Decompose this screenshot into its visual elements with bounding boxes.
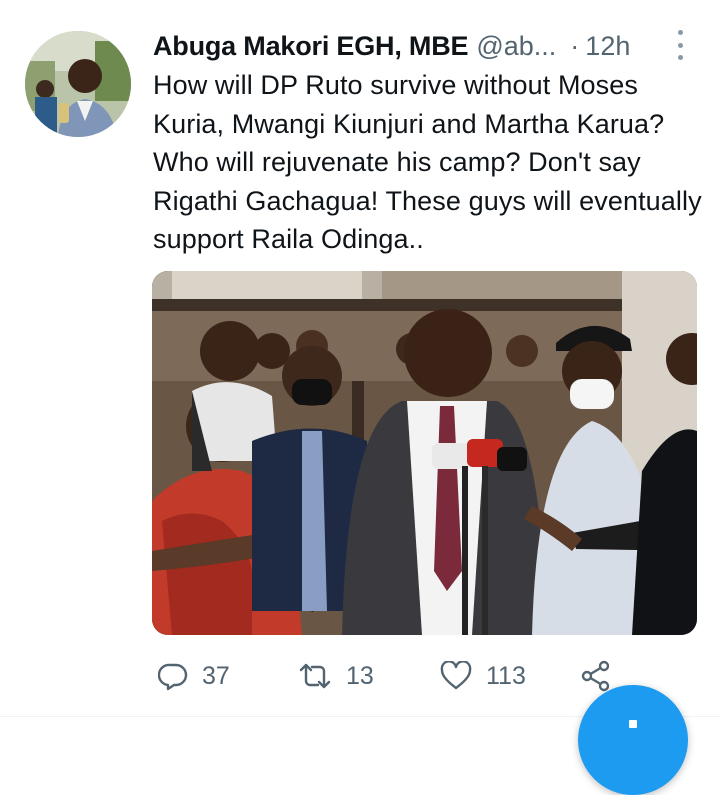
separator-dot: · [570,30,580,61]
retweet-icon [299,663,331,689]
tweet-timestamp[interactable]: 12h [585,31,630,62]
more-dot [677,30,683,35]
tweet-header: Abuga Makori EGH, MBE @ab... · 12h [153,26,630,66]
avatar-photo [25,31,131,137]
more-dot [677,42,683,48]
reply-icon [158,663,188,691]
retweet-count: 13 [346,661,374,690]
press-conference-photo [152,271,697,635]
tweet-photo[interactable] [152,271,697,635]
reply-count: 37 [202,661,230,690]
reply-button[interactable]: 37 [158,652,230,700]
like-count: 113 [486,661,526,690]
heart-icon [440,661,472,690]
share-icon [581,660,610,692]
author-handle[interactable]: @ab... [476,31,556,62]
more-vertical-icon[interactable] [670,30,690,60]
compose-tweet-button[interactable] [578,685,688,795]
like-button[interactable]: 113 [440,652,526,700]
compose-plus-icon [629,720,637,728]
author-name[interactable]: Abuga Makori EGH, MBE [153,31,469,62]
tweet-card[interactable]: Abuga Makori EGH, MBE @ab... · 12h How w… [0,0,720,795]
author-avatar[interactable] [25,31,131,137]
more-dot [677,55,683,60]
retweet-button[interactable]: 13 [298,652,374,700]
tweet-text: How will DP Ruto survive without Moses K… [153,70,702,255]
